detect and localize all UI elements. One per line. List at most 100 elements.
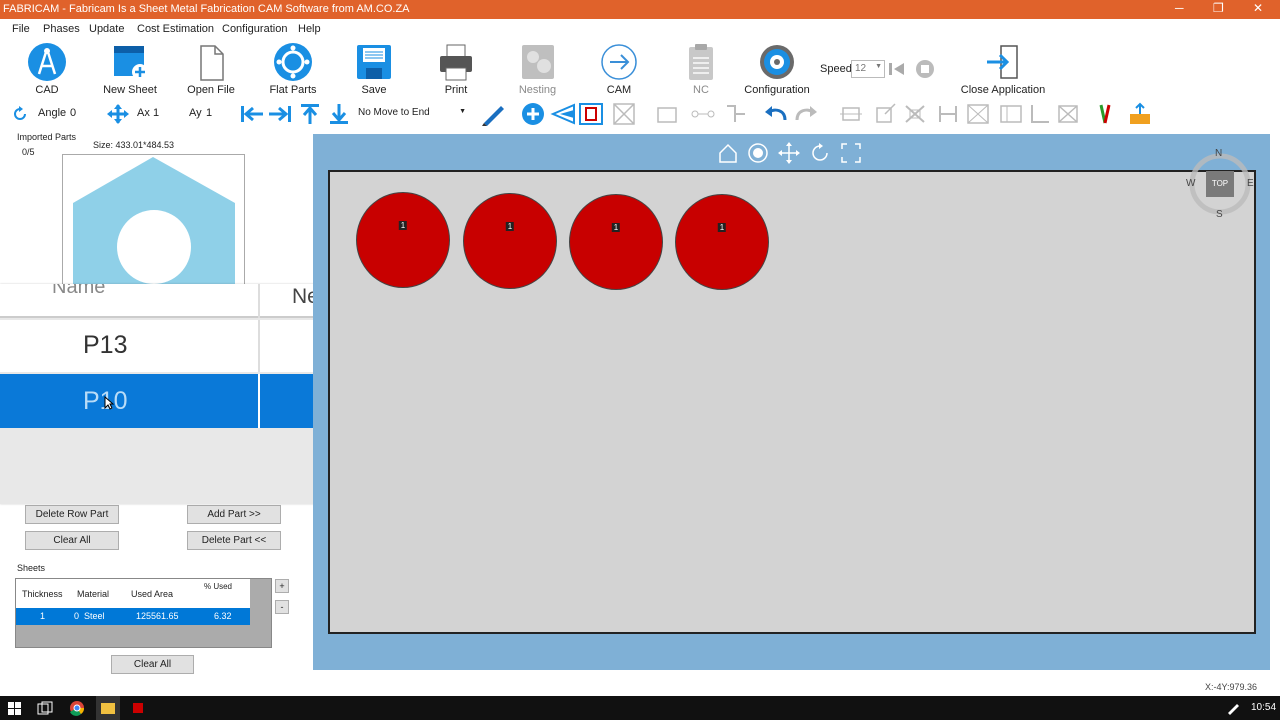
close-window-button[interactable]: ✕ [1253,1,1263,15]
save-floppy-icon [357,45,391,79]
view-compass[interactable]: N S W E TOP [1186,148,1254,220]
export-icon[interactable] [873,102,899,126]
cad-button[interactable]: CAD [22,40,72,100]
skip-back-icon[interactable] [887,60,907,78]
magnified-row-p10[interactable]: P10 0 [0,374,360,428]
clear-all-sheets-button[interactable]: Clear All [111,655,194,674]
bracket-icon[interactable] [935,102,961,126]
delete-part-button[interactable]: Delete Part << [187,531,281,550]
sheet-canvas[interactable]: 1 1 1 1 [328,170,1256,634]
coordinates-readout: X:-4Y:979.36 [1205,682,1258,692]
delete-row-part-button[interactable]: Delete Row Part [25,505,119,524]
nodes-icon[interactable] [690,102,716,126]
move-up-icon[interactable] [299,103,321,125]
orbit-icon[interactable] [747,142,769,164]
add-icon[interactable] [520,102,546,126]
rectangle-icon[interactable] [655,102,681,126]
nc-button[interactable]: NC [681,40,721,100]
move-right-icon[interactable] [268,104,292,124]
menu-bar: File Phases Update Cost Estimation Confi… [0,19,1280,39]
menu-phases[interactable]: Phases [43,23,80,35]
task-view-icon[interactable] [37,701,53,717]
nested-part[interactable]: 1 [463,193,557,289]
panel-icon[interactable] [998,102,1024,126]
magnified-row-p13[interactable]: P13 0 [0,320,360,372]
nc-cross-icon[interactable] [611,102,637,126]
configuration-button[interactable]: Configuration [744,40,810,100]
fabricam-app-icon[interactable] [131,701,145,715]
home-view-icon[interactable] [717,142,739,164]
add-sheet-button[interactable]: + [275,579,289,593]
array-grid-icon[interactable] [578,102,604,126]
file-explorer-taskbar-item[interactable] [96,696,120,720]
nested-part[interactable]: 1 [569,194,663,290]
rotate-icon[interactable] [11,105,29,123]
save-label: Save [361,84,387,96]
cancel-box-icon[interactable] [1055,102,1081,126]
move-down-icon[interactable] [328,103,350,125]
menu-file[interactable]: File [12,23,30,35]
move-icon[interactable] [107,104,129,124]
color-split-icon[interactable] [1095,102,1115,126]
chrome-icon[interactable] [69,700,85,716]
fullscreen-icon[interactable] [840,142,862,164]
close-application-label: Close Application [960,84,1046,96]
menu-configuration[interactable]: Configuration [222,23,287,35]
pen-draw-icon[interactable] [481,102,507,126]
undo-icon[interactable] [763,102,789,126]
sheets-row[interactable]: 1 0 Steel 125561.65 6.32 [16,608,250,625]
new-sheet-button[interactable]: New Sheet [100,40,160,100]
ax-input[interactable]: 1 [153,107,183,119]
angle-input[interactable]: 0 [70,107,100,119]
speed-label: Speed [820,63,852,75]
nesting-button[interactable]: Nesting [515,40,560,100]
pen-workspace-icon[interactable] [1226,701,1240,715]
menu-update[interactable]: Update [89,23,124,35]
move-mode-select[interactable]: No Move to End ▼ [355,104,469,123]
cam-arrow-icon [601,44,637,80]
pan-icon[interactable] [778,142,800,164]
corner-icon[interactable] [1027,102,1053,126]
nested-part[interactable]: 1 [675,194,769,290]
ay-input[interactable]: 1 [206,107,236,119]
export-sheet-icon[interactable] [1127,102,1153,126]
view-top-button[interactable]: TOP [1206,171,1234,197]
mirror-icon[interactable] [550,102,576,126]
print-layout-icon[interactable] [838,102,864,126]
stop-icon[interactable] [915,59,935,79]
speed-dropdown-icon: ▼ [875,63,882,70]
open-file-button[interactable]: Open File [185,40,237,100]
nested-part[interactable]: 1 [356,192,450,288]
speed-input[interactable]: 12 ▼ [851,60,885,78]
flat-parts-button[interactable]: Flat Parts [267,40,319,100]
remove-sheet-button[interactable]: - [275,600,289,614]
save-button[interactable]: Save [354,40,394,100]
close-application-button[interactable]: Close Application [960,40,1046,100]
imported-parts-label: Imported Parts [17,132,77,142]
delete-cross-icon[interactable] [902,102,928,126]
add-part-button[interactable]: Add Part >> [187,505,281,524]
print-button[interactable]: Print [436,40,476,100]
sheet-material: 0 Steel [74,611,105,621]
restore-button[interactable]: ❐ [1213,1,1224,15]
redo-icon[interactable] [793,102,819,126]
branch-icon[interactable] [723,102,749,126]
ax-label: Ax [137,107,150,119]
nesting-label: Nesting [518,84,557,96]
parts-count: 0/5 [22,147,35,157]
col-used-area: Used Area [131,589,174,599]
cam-button[interactable]: CAM [599,40,639,100]
clear-all-parts-button[interactable]: Clear All [25,531,119,550]
part-preview-shape [73,157,235,293]
speed-value: 12 [855,63,867,74]
rotate-view-icon[interactable] [809,142,831,164]
minimize-button[interactable]: ─ [1175,1,1184,15]
menu-help[interactable]: Help [298,23,321,35]
sheets-table: Thickness Material Used Area % Used 1 0 … [15,578,272,648]
magnified-header: Name Nestin [0,284,360,318]
frame-icon[interactable] [965,102,991,126]
ay-label: Ay [189,107,202,119]
move-left-icon[interactable] [240,104,264,124]
windows-start-icon[interactable] [8,702,22,716]
menu-cost-estimation[interactable]: Cost Estimation [137,23,214,35]
